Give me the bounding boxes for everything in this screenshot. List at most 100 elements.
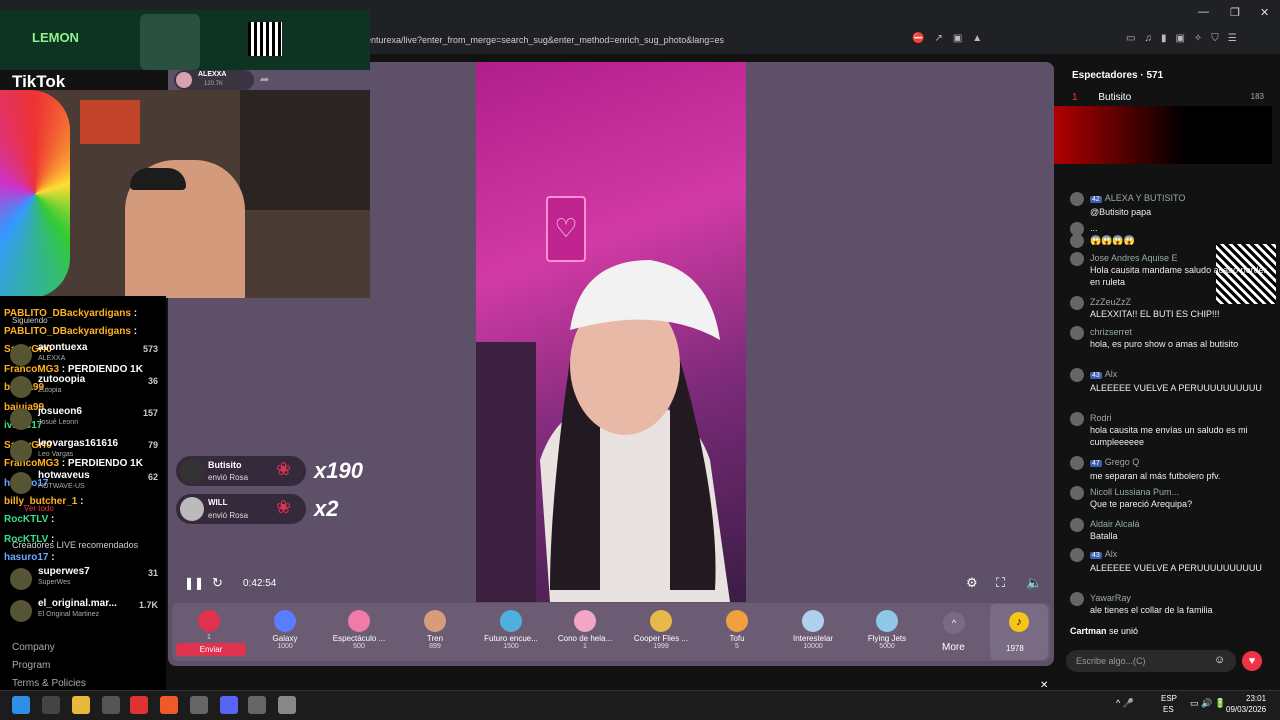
chat-username: ZzZeuZzZ <box>1090 296 1270 308</box>
keyboard-layout[interactable]: ES <box>1163 705 1174 714</box>
see-all-link[interactable]: Ver todo <box>24 504 54 513</box>
chat-username: 42 ALEXA Y BUTISITO <box>1090 192 1270 206</box>
address-bar[interactable]: enturexa/live?enter_from_merge=search_su… <box>366 30 1000 50</box>
host-card[interactable]: ALEXXA 120.7K <box>174 70 254 90</box>
footer-company[interactable]: Company <box>12 642 55 653</box>
gift-price: 5000 <box>879 643 895 650</box>
tray-icons[interactable]: ^ 🎤 <box>1116 698 1134 709</box>
minimize-icon[interactable]: — <box>1198 6 1209 18</box>
join-notice: Cartman se unió <box>1070 626 1138 636</box>
gift-item[interactable]: Tofu 5 <box>704 604 770 660</box>
chat-username-text: Jose Andres Aquise E <box>1090 253 1178 263</box>
brave-icon[interactable] <box>160 696 178 714</box>
gift-item[interactable]: Interestelar 10000 <box>780 604 846 660</box>
qr-code[interactable] <box>248 22 282 56</box>
overlay-chat-row: RocKTLV : <box>4 514 54 525</box>
avatar <box>1070 368 1084 382</box>
gift-item[interactable]: Galaxy 1000 <box>252 604 318 660</box>
language-indicator[interactable]: ESP <box>1161 694 1177 703</box>
chat-text: Batalla <box>1090 531 1118 541</box>
settings-icon[interactable]: ⚙ <box>966 575 978 591</box>
chat-body: Aldair Alcalá Batalla <box>1090 518 1270 542</box>
send-gift-button[interactable]: Enviar <box>176 643 246 656</box>
chevron-up-icon[interactable]: ^ <box>943 612 965 634</box>
chat-text: ... <box>1090 223 1098 233</box>
viewer-list-item[interactable]: avontuexa ALEXXA 573 <box>10 342 162 368</box>
gift-item[interactable]: Cooper Flies ... 1999 <box>628 604 694 660</box>
refresh-icon[interactable]: ↻ <box>212 575 223 591</box>
viewer-subtitle: HOTWAVE-US <box>38 483 85 490</box>
gift-price: 1999 <box>653 643 669 650</box>
chat-username: 43 Alx <box>1090 548 1270 562</box>
gift-item[interactable]: Futuro encue... 1500 <box>478 604 544 660</box>
chat-message: YawarRay ale tienes el collar de la famil… <box>1070 592 1270 616</box>
footer-program[interactable]: Program <box>12 660 50 671</box>
tray-status-icons[interactable]: ▭ 🔊 🔋 <box>1190 698 1226 709</box>
gift-price: 10000 <box>803 643 823 650</box>
gift-item[interactable]: 1 Enviar <box>176 604 246 660</box>
clock-date[interactable]: 09/03/2026 <box>1226 705 1266 714</box>
viewer-count: 36 <box>147 376 158 386</box>
promo-strip <box>1054 106 1272 164</box>
gift-item[interactable]: Cono de hela... 1 <box>552 604 618 660</box>
like-heart-icon[interactable]: ♥ <box>1242 651 1262 671</box>
gift-item[interactable]: Espectáculo ... 500 <box>326 604 392 660</box>
gift-name: Interestelar <box>792 634 834 643</box>
app-icon[interactable] <box>190 696 208 714</box>
chat-text: Hola causita mandame saludo acabo perder… <box>1090 265 1267 287</box>
close-window-icon[interactable]: ✕ <box>1260 6 1269 19</box>
calculator-icon[interactable] <box>278 696 296 714</box>
app-icon[interactable] <box>130 696 148 714</box>
search-icon[interactable] <box>42 696 60 714</box>
chat-body: 47 Grego Qme separan al más futbolero pfv… <box>1090 456 1270 482</box>
chat-username: 47 Grego Q <box>1090 456 1270 470</box>
volume-icon[interactable]: 🔈 <box>1026 575 1042 591</box>
more-gifts-button[interactable]: More <box>942 642 965 653</box>
gift-name: Cooper Flies ... <box>633 634 689 643</box>
coin-balance[interactable]: ♪ 1978 <box>990 604 1048 660</box>
viewer-list-item[interactable]: el_original.mar... El Original Martinez 1.… <box>10 598 162 624</box>
viewer-list-item[interactable]: superwes7 SuperWes 31 <box>10 566 162 592</box>
app-icon[interactable] <box>248 696 266 714</box>
viewer-list-item[interactable]: leovargas161616 Leo Vargas 79 <box>10 438 162 464</box>
avatar <box>1070 456 1084 470</box>
chat-input[interactable]: Escribe algo...(C) ☺ <box>1066 650 1236 672</box>
fullscreen-icon[interactable]: ⛶ <box>996 575 1005 591</box>
viewer-list-item[interactable]: zutooopia Zutopia 36 <box>10 374 162 400</box>
viewer-list-item[interactable]: josueon6 Josué Leonn 157 <box>10 406 162 432</box>
chat-username-text: ALEXA Y BUTISITO <box>1104 193 1186 203</box>
share-icon[interactable]: ➦ <box>260 73 269 86</box>
windows-start-icon[interactable] <box>12 696 30 714</box>
chat-message: 43 Alx ALEEEEE VUELVE A PERUUUUUUUUUU <box>1070 548 1270 574</box>
app-icon[interactable] <box>102 696 120 714</box>
viewer-name: el_original.mar... <box>38 598 117 609</box>
pause-icon[interactable]: ❚❚ <box>184 576 204 590</box>
overlay-chat-message: : <box>133 326 138 337</box>
top-viewer[interactable]: 1 Butisito 183 <box>1072 92 1272 106</box>
coin-icon: ♪ <box>1009 612 1029 632</box>
viewer-subtitle: ALEXXA <box>38 355 66 362</box>
gift-alert-action: envió Rosa <box>208 473 249 482</box>
rose-icon: ❀ <box>276 459 292 479</box>
heart-icon: ♡ <box>554 213 578 243</box>
clock-time[interactable]: 23:01 <box>1246 694 1266 703</box>
address-bar-icons[interactable]: ⛔↗▣▲ <box>912 33 1022 47</box>
viewer-list-item[interactable]: hotwaveus HOTWAVE-US 62 <box>10 470 162 496</box>
maximize-icon[interactable]: ❐ <box>1230 6 1240 19</box>
overlay-chat-user: hasuro17 <box>4 552 49 563</box>
emoji-icon[interactable]: ☺ <box>1214 654 1225 666</box>
gift-item[interactable]: Flying Jets 5000 <box>854 604 920 660</box>
shelf <box>240 90 370 210</box>
chat-username-text: ZzZeuZzZ <box>1090 297 1132 307</box>
gift-alert-avatar <box>180 459 204 483</box>
footer-terms[interactable]: Terms & Policies <box>12 678 86 689</box>
rose-icon: ❀ <box>276 497 292 517</box>
chat-body: chrizserret hola, es puro show o amas al … <box>1090 326 1270 350</box>
gift-icon <box>348 610 370 632</box>
file-explorer-icon[interactable] <box>72 696 90 714</box>
viewers-count[interactable]: Espectadores · 571 <box>1072 70 1163 81</box>
chat-message: Nicoll Lussiana Pum... Que te pareció Are… <box>1070 486 1270 510</box>
toolbar-icons[interactable]: ▭♫▮▣✧⛉☰ <box>1126 33 1272 47</box>
discord-icon[interactable] <box>220 696 238 714</box>
gift-item[interactable]: Tren 899 <box>402 604 468 660</box>
